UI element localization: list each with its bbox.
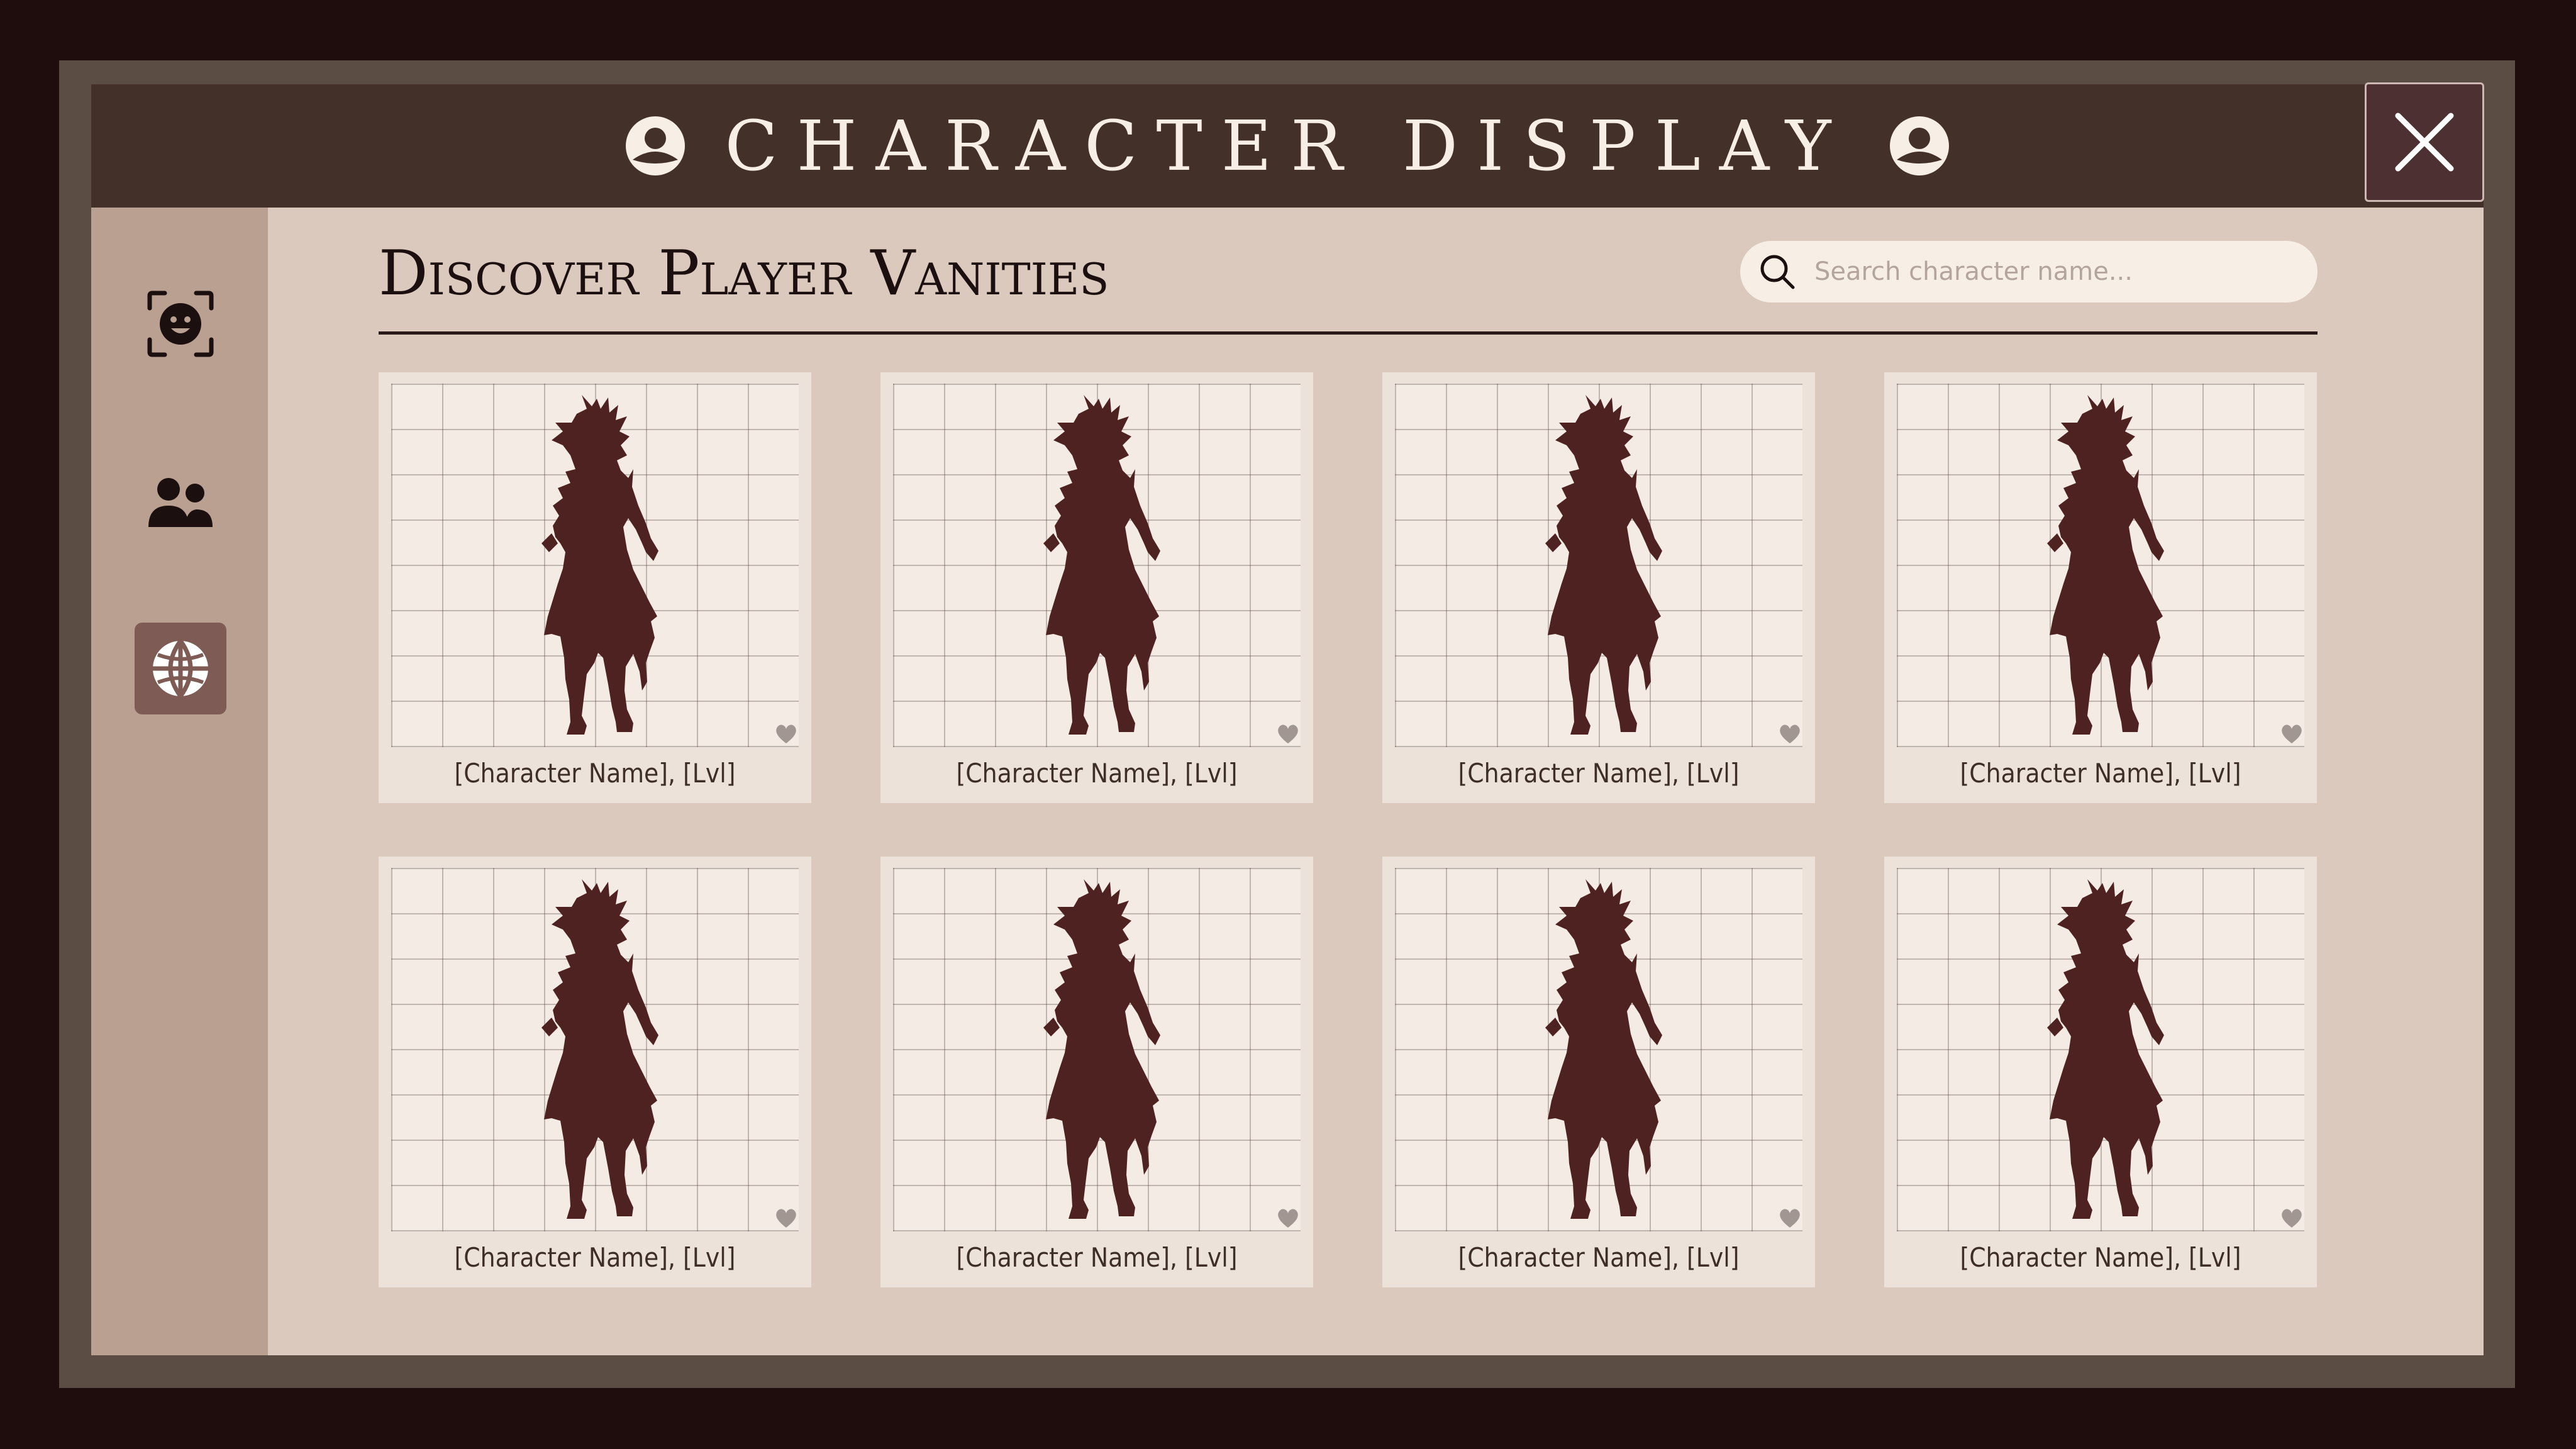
users-icon: [148, 478, 213, 527]
character-silhouette: [1018, 395, 1175, 736]
character-card[interactable]: [Character Name], [Lvl]: [379, 857, 811, 1287]
sidebar-item-face-scan[interactable]: [135, 278, 226, 370]
character-portrait: [893, 384, 1301, 747]
sidebar-item-global[interactable]: [135, 623, 226, 714]
page-title: Discover Player Vanities: [379, 238, 1109, 309]
heart-icon[interactable]: [2280, 723, 2303, 745]
heart-icon[interactable]: [1779, 723, 1801, 745]
heart-icon[interactable]: [1277, 723, 1299, 745]
close-icon: [2395, 113, 2454, 172]
search-icon: [1760, 255, 1795, 289]
heart-icon[interactable]: [1779, 1208, 1801, 1229]
character-silhouette: [1520, 879, 1677, 1220]
character-portrait: [1395, 868, 1802, 1231]
globe-icon: [153, 639, 208, 698]
character-card[interactable]: [Character Name], [Lvl]: [1884, 857, 2317, 1287]
character-caption: [Character Name], [Lvl]: [454, 1242, 736, 1273]
character-silhouette: [516, 879, 674, 1220]
character-portrait: [391, 384, 799, 747]
character-card[interactable]: [Character Name], [Lvl]: [379, 372, 811, 803]
character-caption: [Character Name], [Lvl]: [1960, 1242, 2241, 1273]
character-card[interactable]: [Character Name], [Lvl]: [880, 372, 1313, 803]
character-card[interactable]: [Character Name], [Lvl]: [880, 857, 1313, 1287]
character-caption: [Character Name], [Lvl]: [1458, 1242, 1740, 1273]
character-silhouette: [516, 395, 674, 736]
heart-icon[interactable]: [775, 723, 797, 745]
character-portrait: [391, 868, 799, 1231]
search-bar[interactable]: [1740, 241, 2318, 303]
heading-divider: [379, 331, 2318, 335]
character-card[interactable]: [Character Name], [Lvl]: [1382, 857, 1815, 1287]
heart-icon[interactable]: [1277, 1208, 1299, 1229]
sidebar-item-friends[interactable]: [135, 457, 226, 548]
heart-icon[interactable]: [775, 1208, 797, 1229]
character-caption: [Character Name], [Lvl]: [454, 758, 736, 789]
character-caption: [Character Name], [Lvl]: [956, 758, 1238, 789]
sidebar: [91, 208, 268, 1355]
emblem-icon: [1889, 116, 1949, 175]
window-title: CHARACTER DISPLAY: [724, 106, 1850, 186]
character-portrait: [893, 868, 1301, 1231]
face-scan-icon: [147, 291, 214, 357]
character-caption: [Character Name], [Lvl]: [1458, 758, 1740, 789]
character-silhouette: [1520, 395, 1677, 736]
search-input[interactable]: [1813, 257, 2281, 287]
character-caption: [Character Name], [Lvl]: [1960, 758, 2241, 789]
character-card[interactable]: [Character Name], [Lvl]: [1382, 372, 1815, 803]
character-card[interactable]: [Character Name], [Lvl]: [1884, 372, 2317, 803]
character-silhouette: [1018, 879, 1175, 1220]
character-caption: [Character Name], [Lvl]: [956, 1242, 1238, 1273]
heart-icon[interactable]: [2280, 1208, 2303, 1229]
header-title: CHARACTER DISPLAY: [91, 84, 2484, 208]
window-header: CHARACTER DISPLAY: [91, 84, 2484, 208]
character-portrait: [1395, 384, 1802, 747]
character-portrait: [1897, 384, 2304, 747]
character-silhouette: [2022, 879, 2179, 1220]
close-button[interactable]: [2365, 82, 2484, 202]
character-silhouette: [2022, 395, 2179, 736]
emblem-icon: [626, 116, 686, 175]
character-portrait: [1897, 868, 2304, 1231]
